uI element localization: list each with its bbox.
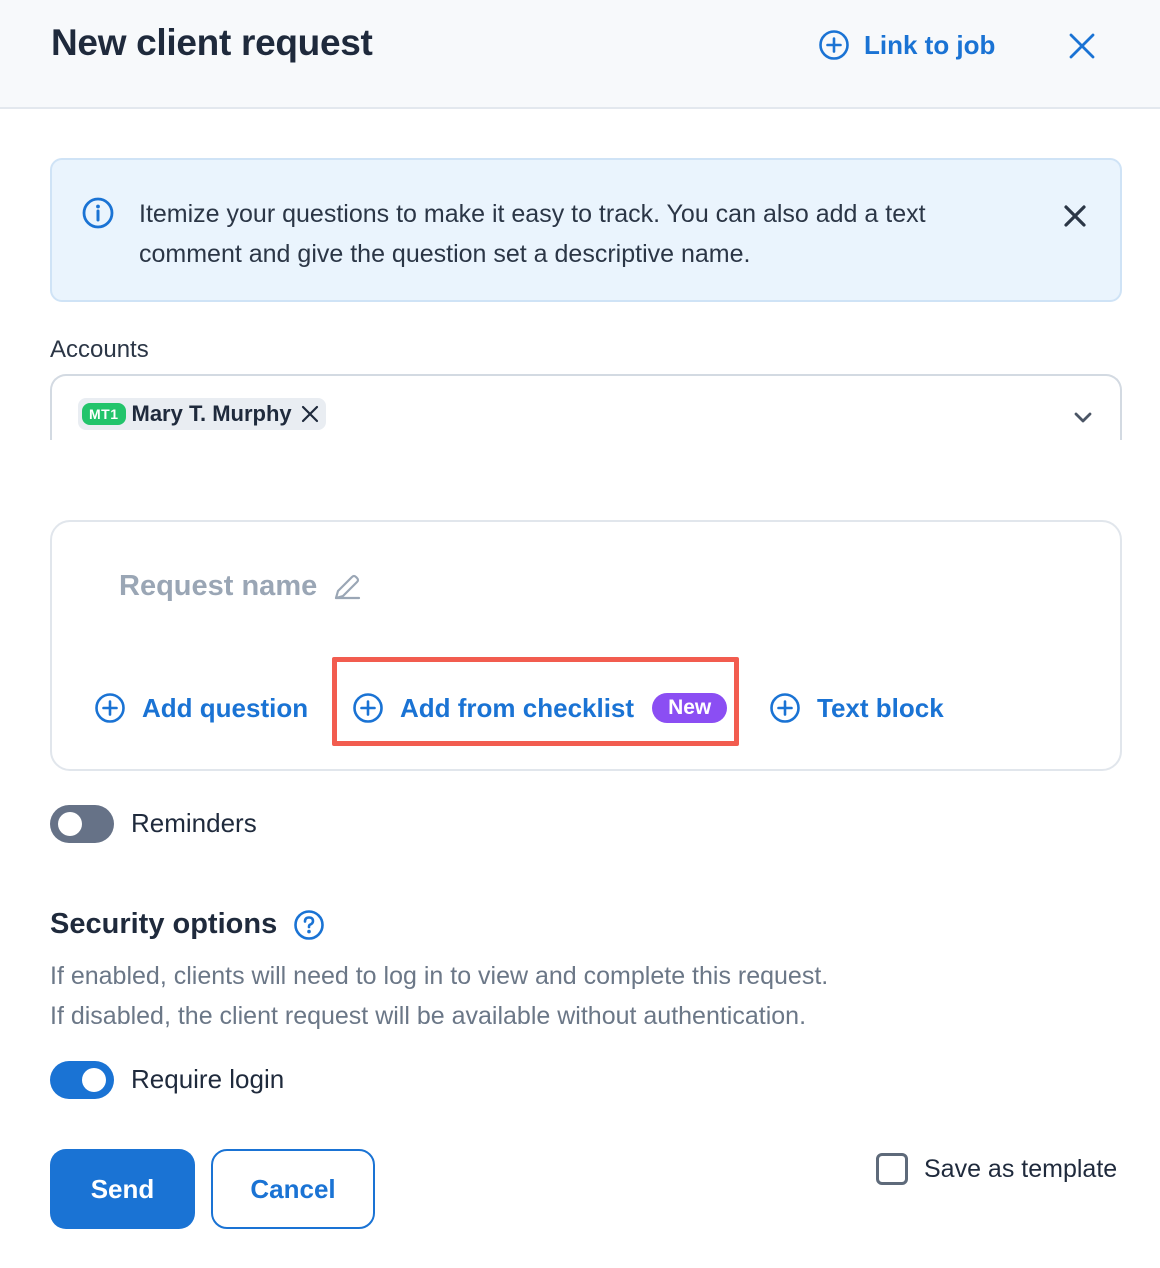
require-login-toggle[interactable] bbox=[50, 1061, 114, 1099]
reminders-label: Reminders bbox=[131, 808, 257, 838]
accounts-label: Accounts bbox=[50, 336, 149, 363]
require-login-label: Require login bbox=[131, 1064, 285, 1094]
request-name-placeholder: Request name bbox=[119, 570, 318, 602]
plus-circle-icon bbox=[95, 693, 125, 723]
pencil-icon bbox=[335, 574, 361, 599]
save-as-template[interactable]: Save as template bbox=[876, 1153, 1117, 1185]
chevron-down-icon[interactable] bbox=[1068, 402, 1098, 432]
reminders-toggle[interactable] bbox=[50, 805, 114, 843]
security-desc-line1: If enabled, clients will need to log in … bbox=[50, 962, 829, 990]
info-banner-text: Itemize your questions to make it easy t… bbox=[139, 200, 926, 268]
new-badge: New bbox=[652, 693, 728, 723]
security-options-heading: Security options bbox=[50, 908, 325, 941]
add-question-button[interactable]: Add question bbox=[94, 688, 308, 728]
add-from-checklist-button[interactable]: Add from checklist New bbox=[352, 688, 728, 728]
info-banner: Itemize your questions to make it easy t… bbox=[50, 158, 1122, 302]
link-to-job-label: Link to job bbox=[864, 29, 996, 60]
request-name-field[interactable]: Request name bbox=[119, 570, 363, 603]
cancel-button[interactable]: Cancel bbox=[211, 1149, 375, 1229]
link-to-job-button[interactable]: Link to job bbox=[818, 26, 995, 64]
save-as-template-label: Save as template bbox=[924, 1154, 1118, 1183]
security-desc-line2: If disabled, the client request will be … bbox=[50, 1002, 807, 1030]
account-chip: MT1 Mary T. Murphy bbox=[78, 398, 326, 430]
account-name: Mary T. Murphy bbox=[131, 401, 292, 426]
plus-circle-icon bbox=[819, 30, 849, 60]
dialog-title: New client request bbox=[51, 22, 373, 63]
security-description: If enabled, clients will need to log in … bbox=[50, 956, 828, 1036]
banner-close-icon[interactable] bbox=[1060, 201, 1090, 231]
close-icon[interactable] bbox=[1064, 28, 1100, 64]
account-badge: MT1 bbox=[82, 403, 126, 425]
remove-account-icon[interactable] bbox=[300, 404, 320, 424]
info-icon bbox=[82, 197, 114, 229]
dialog-header: New client request Link to job bbox=[0, 0, 1160, 109]
plus-circle-icon bbox=[353, 693, 383, 723]
text-block-button[interactable]: Text block bbox=[769, 688, 944, 728]
scroll-fade bbox=[30, 440, 1140, 520]
plus-circle-icon bbox=[770, 693, 800, 723]
text-block-label: Text block bbox=[817, 692, 944, 723]
send-button[interactable]: Send bbox=[50, 1149, 195, 1229]
add-from-checklist-label: Add from checklist bbox=[400, 692, 635, 723]
toggle-knob bbox=[82, 1068, 106, 1092]
toggle-knob bbox=[58, 812, 82, 836]
add-question-label: Add question bbox=[142, 692, 309, 723]
request-card: Request name Add question Add from check… bbox=[50, 520, 1122, 771]
security-options-title: Security options bbox=[50, 908, 278, 940]
save-as-template-checkbox[interactable] bbox=[876, 1153, 908, 1185]
help-icon[interactable] bbox=[293, 909, 325, 941]
